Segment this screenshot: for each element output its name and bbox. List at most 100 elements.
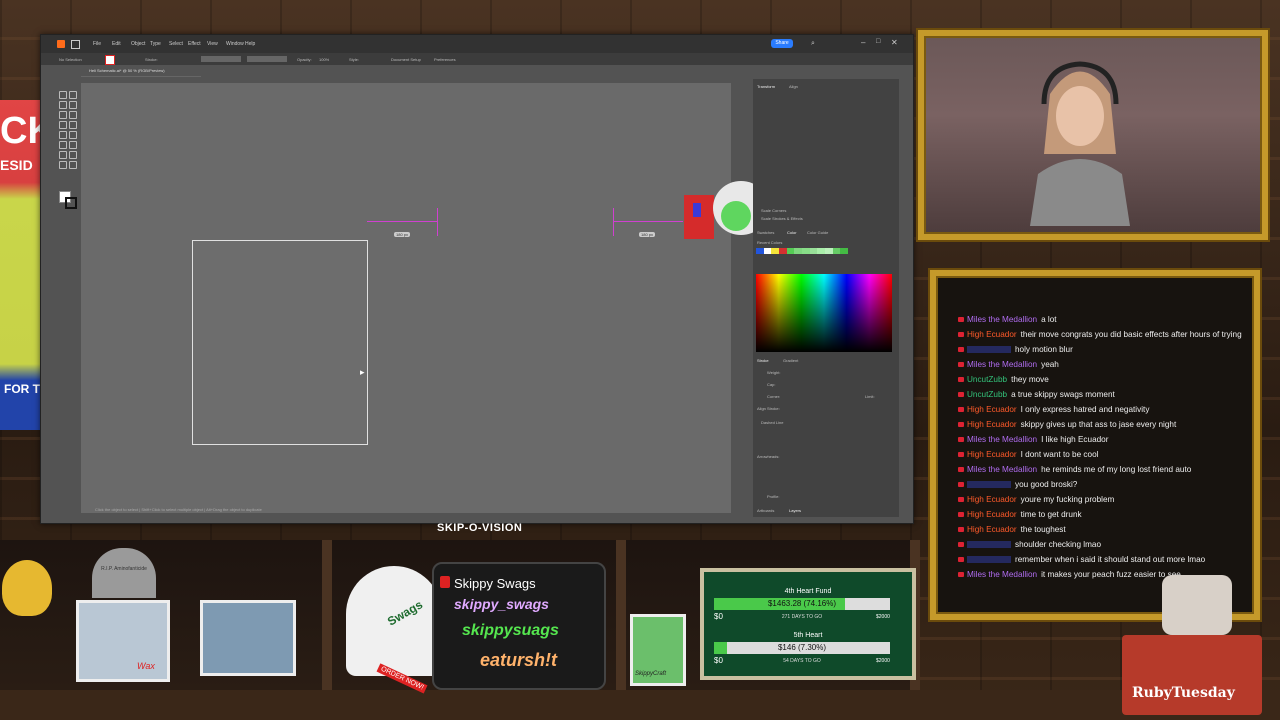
scale-strokes-checkbox[interactable]: Scale Strokes & Effects (761, 216, 803, 221)
canvas[interactable]: 180 px 180 px ▸ (81, 83, 769, 513)
selection-tool-icon[interactable] (59, 91, 67, 99)
color-swatch[interactable] (763, 248, 772, 254)
chat-username[interactable]: Miles the Medallion (967, 435, 1037, 444)
swags-line: eatursh!t (480, 650, 558, 670)
chat-username[interactable]: High Ecuador (967, 330, 1017, 339)
stroke-color-icon[interactable] (65, 197, 77, 209)
scale-tool-icon[interactable] (59, 141, 67, 149)
brush-dropdown[interactable] (247, 56, 287, 62)
eraser-tool-icon[interactable] (59, 131, 67, 139)
document-setup-button[interactable]: Document Setup (391, 57, 421, 62)
chat-text: I like high Ecuador (1041, 435, 1109, 444)
opacity-value[interactable]: 100% (319, 57, 329, 62)
chat-username[interactable]: UncutZubb (967, 375, 1007, 384)
measurement-label: 180 px (639, 232, 656, 237)
shape-builder-tool-icon[interactable] (59, 151, 67, 159)
tab-gradient[interactable]: Gradient (783, 358, 798, 363)
eyedropper-tool-icon[interactable] (59, 161, 67, 169)
menu-type[interactable]: Type (150, 41, 161, 47)
document-tab[interactable]: Heli Schematic.ai* @ 50 % (RGB/Preview) (81, 65, 201, 77)
menu-effect[interactable]: Effect (188, 41, 201, 47)
fill-swatch[interactable] (105, 55, 115, 65)
menu-help[interactable]: Help (245, 41, 255, 47)
chat-username[interactable]: Miles the Medallion (967, 570, 1037, 579)
close-icon[interactable]: ✕ (891, 38, 898, 47)
dashed-line-checkbox[interactable]: Dashed Line (761, 420, 783, 425)
preferences-button[interactable]: Preferences (434, 57, 456, 62)
color-swatch[interactable] (832, 248, 841, 254)
chat-message: shoulder checking lmao (958, 537, 1248, 552)
color-swatch[interactable] (809, 248, 818, 254)
gradient-tool-icon[interactable] (69, 151, 77, 159)
menu-file[interactable]: File (93, 41, 101, 47)
menu-select[interactable]: Select (169, 41, 183, 47)
chat-username[interactable]: High Ecuador (967, 495, 1017, 504)
menu-window[interactable]: Window (226, 41, 244, 47)
chat-username[interactable]: High Ecuador (967, 510, 1017, 519)
pixel-artwork[interactable] (684, 195, 714, 239)
color-swatch[interactable] (756, 248, 764, 254)
color-swatch[interactable] (786, 248, 795, 254)
color-swatch[interactable] (840, 248, 849, 254)
chat-badge-icon (958, 377, 964, 383)
tab-swatches[interactable]: Swatches (757, 230, 774, 235)
chat-username[interactable]: Miles the Medallion (967, 360, 1037, 369)
color-swatch[interactable] (802, 248, 810, 254)
fund-title: 5th Heart (793, 632, 823, 639)
type-tool-icon[interactable] (59, 111, 67, 119)
tab-color-guide[interactable]: Color Guide (807, 230, 828, 235)
chat-username[interactable]: High Ecuador (967, 450, 1017, 459)
tab-layers[interactable]: Layers (789, 508, 801, 513)
width-tool-icon[interactable] (69, 141, 77, 149)
home-icon[interactable] (71, 40, 80, 49)
green-circle[interactable] (721, 201, 751, 231)
chat-username[interactable] (967, 556, 1011, 564)
tab-stroke[interactable]: Stroke (757, 358, 769, 363)
shelf-base (0, 690, 1280, 720)
chat-text: skippy gives up that ass to jase every n… (1020, 420, 1177, 429)
line-tool-icon[interactable] (69, 111, 77, 119)
chat-username[interactable]: High Ecuador (967, 525, 1017, 534)
color-swatch[interactable] (817, 248, 826, 254)
maximize-icon[interactable]: □ (876, 38, 880, 45)
chat-username[interactable] (967, 481, 1011, 489)
chat-message: High Ecuador skippy gives up that ass to … (958, 417, 1248, 432)
chat-username[interactable]: Miles the Medallion (967, 315, 1037, 324)
search-icon[interactable]: ⌕ (811, 40, 815, 48)
chat-username[interactable]: High Ecuador (967, 405, 1017, 414)
stroke-profile-dropdown[interactable] (201, 56, 241, 62)
photo-frame (200, 600, 296, 676)
pen-tool-icon[interactable] (59, 101, 67, 109)
chat-badge-icon (958, 437, 964, 443)
paintbrush-tool-icon[interactable] (69, 121, 77, 129)
tab-align[interactable]: Align (789, 84, 798, 89)
rectangle-tool-icon[interactable] (59, 121, 67, 129)
illustrator-window: File Edit Object Type Select Effect View Window… (40, 34, 914, 524)
curvature-tool-icon[interactable] (69, 101, 77, 109)
color-swatch[interactable] (779, 248, 787, 254)
menu-object[interactable]: Object (131, 41, 145, 47)
zoom-tool-icon[interactable] (69, 161, 77, 169)
color-swatch[interactable] (794, 248, 803, 254)
artboard[interactable] (192, 240, 368, 445)
color-swatch[interactable] (825, 248, 833, 254)
menu-view[interactable]: View (207, 41, 218, 47)
minimize-icon[interactable]: – (861, 38, 865, 47)
chat-username[interactable] (967, 541, 1011, 549)
chat-username[interactable]: UncutZubb (967, 390, 1007, 399)
rotate-tool-icon[interactable] (69, 131, 77, 139)
direct-selection-tool-icon[interactable] (69, 91, 77, 99)
chat-badge-icon (958, 422, 964, 428)
share-button[interactable]: Share (771, 39, 793, 48)
tab-transform[interactable]: Transform (757, 84, 775, 89)
tab-color[interactable]: Color (787, 230, 797, 235)
recent-colors-swatches[interactable] (756, 248, 849, 254)
color-spectrum[interactable] (756, 274, 892, 352)
menu-edit[interactable]: Edit (112, 41, 121, 47)
color-swatch[interactable] (771, 248, 780, 254)
chat-username[interactable]: Miles the Medallion (967, 465, 1037, 474)
tab-artboards[interactable]: Artboards (757, 508, 774, 513)
scale-corners-checkbox[interactable]: Scale Corners (761, 208, 786, 213)
chat-username[interactable]: High Ecuador (967, 420, 1017, 429)
chat-username[interactable] (967, 346, 1011, 354)
